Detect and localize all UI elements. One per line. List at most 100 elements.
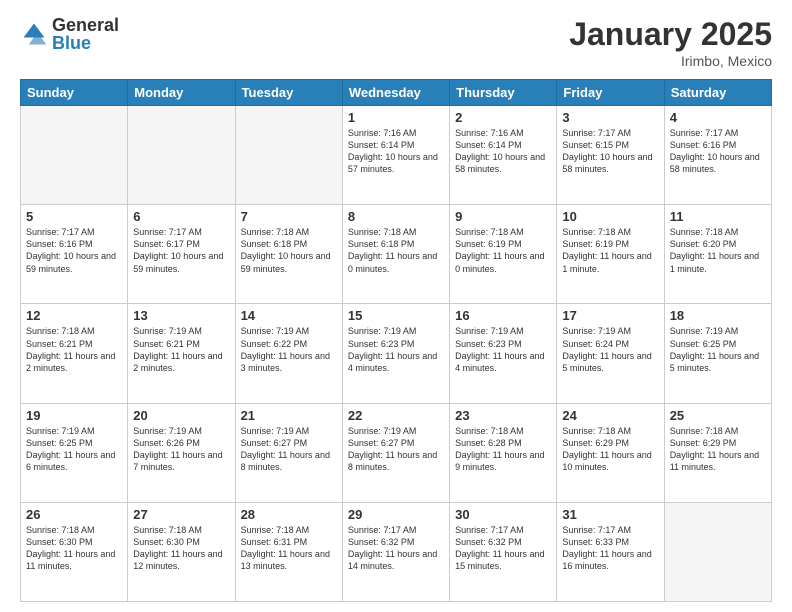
day-number: 9 — [455, 209, 551, 224]
logo-icon — [20, 20, 48, 48]
day-info: Sunrise: 7:19 AM Sunset: 6:25 PM Dayligh… — [26, 425, 122, 474]
calendar-cell: 30Sunrise: 7:17 AM Sunset: 6:32 PM Dayli… — [450, 502, 557, 601]
day-info: Sunrise: 7:19 AM Sunset: 6:25 PM Dayligh… — [670, 325, 766, 374]
day-number: 4 — [670, 110, 766, 125]
location: Irimbo, Mexico — [569, 53, 772, 69]
day-info: Sunrise: 7:18 AM Sunset: 6:19 PM Dayligh… — [562, 226, 658, 275]
day-info: Sunrise: 7:18 AM Sunset: 6:20 PM Dayligh… — [670, 226, 766, 275]
day-number: 20 — [133, 408, 229, 423]
calendar-cell: 24 Sunrise: 7:18 AM Sunset: 6:29 PM Dayli… — [557, 403, 664, 502]
day-number: 2 — [455, 110, 551, 125]
day-info: Sunrise: 7:19 AM Sunset: 6:22 PM Dayligh… — [241, 325, 337, 374]
calendar-cell: 29 Sunrise: 7:17 AM Sunset: 6:32 PM Dayli… — [342, 502, 449, 601]
day-info: Sunrise: 7:19 AM Sunset: 6:24 PM Dayligh… — [562, 325, 658, 374]
calendar-week-row: 26 Sunrise: 7:18 AM Sunset: 6:30 PM Dayli… — [21, 502, 772, 601]
calendar-col-thursday: Thursday — [450, 80, 557, 106]
day-info: Sunrise: 7:19 AM Sunset: 6:27 PM Dayligh… — [241, 425, 337, 474]
day-number: 10 — [562, 209, 658, 224]
calendar-cell: 19 Sunrise: 7:19 AM Sunset: 6:25 PM Dayli… — [21, 403, 128, 502]
calendar-cell: 31Sunrise: 7:17 AM Sunset: 6:33 PM Dayli… — [557, 502, 664, 601]
calendar-cell: 14Sunrise: 7:19 AM Sunset: 6:22 PM Dayli… — [235, 304, 342, 403]
day-info: Sunrise: 7:18 AM Sunset: 6:21 PM Dayligh… — [26, 325, 122, 374]
day-number: 1 — [348, 110, 444, 125]
calendar-cell — [235, 106, 342, 205]
day-number: 27 — [133, 507, 229, 522]
day-info: Sunrise: 7:18 AM Sunset: 6:28 PM Dayligh… — [455, 425, 551, 474]
calendar-cell: 20 Sunrise: 7:19 AM Sunset: 6:26 PM Dayli… — [128, 403, 235, 502]
calendar-cell: 6Sunrise: 7:17 AM Sunset: 6:17 PM Daylig… — [128, 205, 235, 304]
day-number: 31 — [562, 507, 658, 522]
day-number: 23 — [455, 408, 551, 423]
header: General Blue January 2025 Irimbo, Mexico — [20, 16, 772, 69]
calendar-cell: 22Sunrise: 7:19 AM Sunset: 6:27 PM Dayli… — [342, 403, 449, 502]
day-info: Sunrise: 7:18 AM Sunset: 6:30 PM Dayligh… — [26, 524, 122, 573]
calendar-week-row: 12 Sunrise: 7:18 AM Sunset: 6:21 PM Dayli… — [21, 304, 772, 403]
calendar-cell: 9 Sunrise: 7:18 AM Sunset: 6:19 PM Daylig… — [450, 205, 557, 304]
day-number: 19 — [26, 408, 122, 423]
calendar-cell — [664, 502, 771, 601]
calendar-col-sunday: Sunday — [21, 80, 128, 106]
day-number: 3 — [562, 110, 658, 125]
day-number: 16 — [455, 308, 551, 323]
day-info: Sunrise: 7:19 AM Sunset: 6:21 PM Dayligh… — [133, 325, 229, 374]
day-info: Sunrise: 7:18 AM Sunset: 6:30 PM Dayligh… — [133, 524, 229, 573]
day-info: Sunrise: 7:17 AM Sunset: 6:32 PM Dayligh… — [348, 524, 444, 573]
day-number: 8 — [348, 209, 444, 224]
day-info: Sunrise: 7:18 AM Sunset: 6:18 PM Dayligh… — [241, 226, 337, 275]
calendar-cell: 13 Sunrise: 7:19 AM Sunset: 6:21 PM Dayli… — [128, 304, 235, 403]
day-number: 29 — [348, 507, 444, 522]
day-info: Sunrise: 7:19 AM Sunset: 6:23 PM Dayligh… — [348, 325, 444, 374]
day-info: Sunrise: 7:18 AM Sunset: 6:29 PM Dayligh… — [562, 425, 658, 474]
calendar-table: SundayMondayTuesdayWednesdayThursdayFrid… — [20, 79, 772, 602]
day-info: Sunrise: 7:19 AM Sunset: 6:26 PM Dayligh… — [133, 425, 229, 474]
calendar-week-row: 19 Sunrise: 7:19 AM Sunset: 6:25 PM Dayli… — [21, 403, 772, 502]
day-info: Sunrise: 7:18 AM Sunset: 6:18 PM Dayligh… — [348, 226, 444, 275]
page: General Blue January 2025 Irimbo, Mexico… — [0, 0, 792, 612]
title-block: January 2025 Irimbo, Mexico — [569, 16, 772, 69]
month-year: January 2025 — [569, 16, 772, 53]
calendar-cell: 7 Sunrise: 7:18 AM Sunset: 6:18 PM Daylig… — [235, 205, 342, 304]
calendar-week-row: 5 Sunrise: 7:17 AM Sunset: 6:16 PM Daylig… — [21, 205, 772, 304]
calendar-cell: 11Sunrise: 7:18 AM Sunset: 6:20 PM Dayli… — [664, 205, 771, 304]
day-info: Sunrise: 7:18 AM Sunset: 6:29 PM Dayligh… — [670, 425, 766, 474]
day-number: 18 — [670, 308, 766, 323]
calendar-cell: 5 Sunrise: 7:17 AM Sunset: 6:16 PM Daylig… — [21, 205, 128, 304]
day-number: 26 — [26, 507, 122, 522]
day-info: Sunrise: 7:16 AM Sunset: 6:14 PM Dayligh… — [348, 127, 444, 176]
day-info: Sunrise: 7:18 AM Sunset: 6:19 PM Dayligh… — [455, 226, 551, 275]
calendar-cell: 17 Sunrise: 7:19 AM Sunset: 6:24 PM Dayli… — [557, 304, 664, 403]
logo-general-text: General — [52, 16, 119, 34]
day-number: 12 — [26, 308, 122, 323]
calendar-cell: 10 Sunrise: 7:18 AM Sunset: 6:19 PM Dayli… — [557, 205, 664, 304]
calendar-week-row: 1 Sunrise: 7:16 AM Sunset: 6:14 PM Daylig… — [21, 106, 772, 205]
day-number: 6 — [133, 209, 229, 224]
calendar-cell: 25Sunrise: 7:18 AM Sunset: 6:29 PM Dayli… — [664, 403, 771, 502]
calendar-cell: 27 Sunrise: 7:18 AM Sunset: 6:30 PM Dayli… — [128, 502, 235, 601]
calendar-header-row: SundayMondayTuesdayWednesdayThursdayFrid… — [21, 80, 772, 106]
logo-text: General Blue — [52, 16, 119, 52]
calendar-cell: 2 Sunrise: 7:16 AM Sunset: 6:14 PM Daylig… — [450, 106, 557, 205]
calendar-cell: 4Sunrise: 7:17 AM Sunset: 6:16 PM Daylig… — [664, 106, 771, 205]
day-number: 17 — [562, 308, 658, 323]
calendar-cell — [21, 106, 128, 205]
calendar-cell: 12 Sunrise: 7:18 AM Sunset: 6:21 PM Dayli… — [21, 304, 128, 403]
calendar-col-friday: Friday — [557, 80, 664, 106]
day-number: 7 — [241, 209, 337, 224]
day-info: Sunrise: 7:17 AM Sunset: 6:16 PM Dayligh… — [26, 226, 122, 275]
day-number: 5 — [26, 209, 122, 224]
calendar-cell: 3Sunrise: 7:17 AM Sunset: 6:15 PM Daylig… — [557, 106, 664, 205]
day-number: 21 — [241, 408, 337, 423]
day-info: Sunrise: 7:17 AM Sunset: 6:32 PM Dayligh… — [455, 524, 551, 573]
day-number: 13 — [133, 308, 229, 323]
day-info: Sunrise: 7:16 AM Sunset: 6:14 PM Dayligh… — [455, 127, 551, 176]
day-info: Sunrise: 7:19 AM Sunset: 6:23 PM Dayligh… — [455, 325, 551, 374]
day-info: Sunrise: 7:19 AM Sunset: 6:27 PM Dayligh… — [348, 425, 444, 474]
day-number: 24 — [562, 408, 658, 423]
calendar-cell: 8 Sunrise: 7:18 AM Sunset: 6:18 PM Daylig… — [342, 205, 449, 304]
calendar-cell: 1 Sunrise: 7:16 AM Sunset: 6:14 PM Daylig… — [342, 106, 449, 205]
calendar-cell: 16 Sunrise: 7:19 AM Sunset: 6:23 PM Dayli… — [450, 304, 557, 403]
calendar-cell: 26 Sunrise: 7:18 AM Sunset: 6:30 PM Dayli… — [21, 502, 128, 601]
calendar-cell — [128, 106, 235, 205]
day-number: 15 — [348, 308, 444, 323]
calendar-cell: 23 Sunrise: 7:18 AM Sunset: 6:28 PM Dayli… — [450, 403, 557, 502]
